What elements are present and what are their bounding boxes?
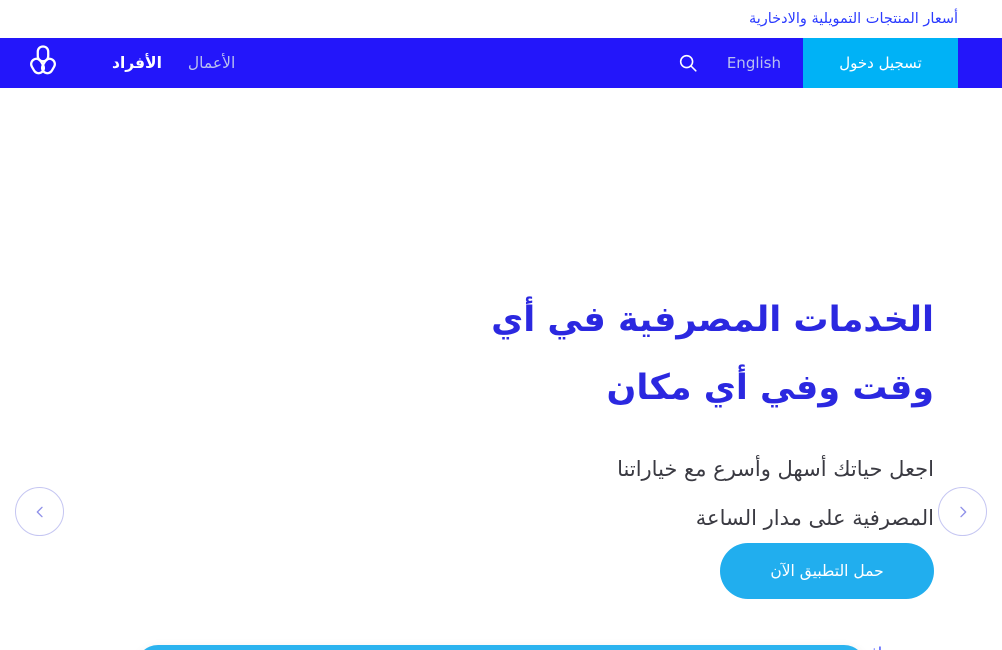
hero-title-line-2: وقت وفي أي مكان <box>606 368 934 409</box>
quick-access-bar: الحسابات البطاقات التمويل <box>136 645 866 650</box>
download-app-button[interactable]: حمل التطبيق الآن <box>720 543 934 600</box>
chevron-left-icon <box>32 504 48 520</box>
hero-partial-text: افت <box>856 644 882 650</box>
login-button[interactable]: تسجيل دخول <box>803 38 958 88</box>
alrajhi-logo-icon <box>22 43 64 83</box>
hero-title-line-1: الخدمات المصرفية في أي <box>491 300 934 340</box>
product-rates-link[interactable]: أسعار المنتجات التمويلية والادخارية <box>749 11 958 27</box>
nav-middle-spacer <box>235 38 671 88</box>
brand-logo[interactable] <box>22 43 64 83</box>
language-switch-button[interactable]: English <box>705 38 803 88</box>
hero-subtitle: اجعل حياتك أسهل وأسرع مع خياراتنا المصرف… <box>334 445 934 544</box>
nav-item-individuals[interactable]: الأفراد <box>112 38 162 88</box>
chevron-right-icon <box>955 504 971 520</box>
hero-section: الخدمات المصرفية في أي وقت وفي أي مكان ا… <box>0 88 1002 650</box>
nav-right-group: الأعمال الأفراد <box>0 38 235 88</box>
carousel-next-button[interactable] <box>938 487 987 536</box>
hero-subtitle-line-1: اجعل حياتك أسهل وأسرع مع خياراتنا <box>617 456 934 481</box>
hero-title: الخدمات المصرفية في أي وقت وفي أي مكان <box>334 286 934 423</box>
nav-left-spacer <box>958 38 1002 88</box>
search-icon <box>677 52 699 74</box>
nav-item-business[interactable]: الأعمال <box>188 38 235 88</box>
carousel-prev-button[interactable] <box>15 487 64 536</box>
main-navigation-bar: تسجيل دخول English الأعمال الأفراد <box>0 38 1002 88</box>
search-button[interactable] <box>671 38 705 88</box>
nav-left-group: تسجيل دخول English <box>671 38 1002 88</box>
hero-subtitle-line-2: المصرفية على مدار الساعة <box>695 505 934 530</box>
hero-content: الخدمات المصرفية في أي وقت وفي أي مكان ا… <box>334 286 934 600</box>
hero-cta-row: حمل التطبيق الآن <box>334 543 934 600</box>
top-utility-bar: أسعار المنتجات التمويلية والادخارية <box>0 0 1002 38</box>
